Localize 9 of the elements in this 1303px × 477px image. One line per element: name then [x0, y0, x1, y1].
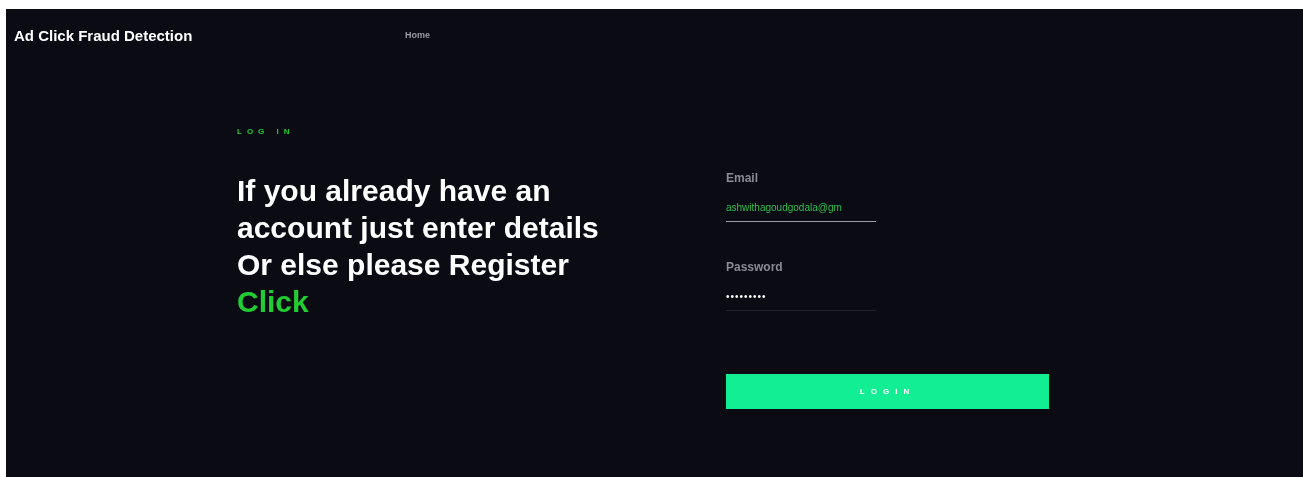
password-field[interactable]: ••••••••• [726, 286, 876, 311]
field-label: Password [726, 260, 784, 274]
section-label: LOG IN [237, 127, 295, 136]
field-label: Email [726, 171, 759, 185]
register-link[interactable]: Click [237, 285, 309, 318]
email-field[interactable]: ashwithagoudgodala@gm [726, 197, 876, 222]
heading: If you already have an account just enter details Or else please Register Click [237, 173, 600, 320]
nav-link[interactable]: Home [405, 30, 430, 40]
site-title: Ad Click Fraud Detection [14, 26, 194, 44]
